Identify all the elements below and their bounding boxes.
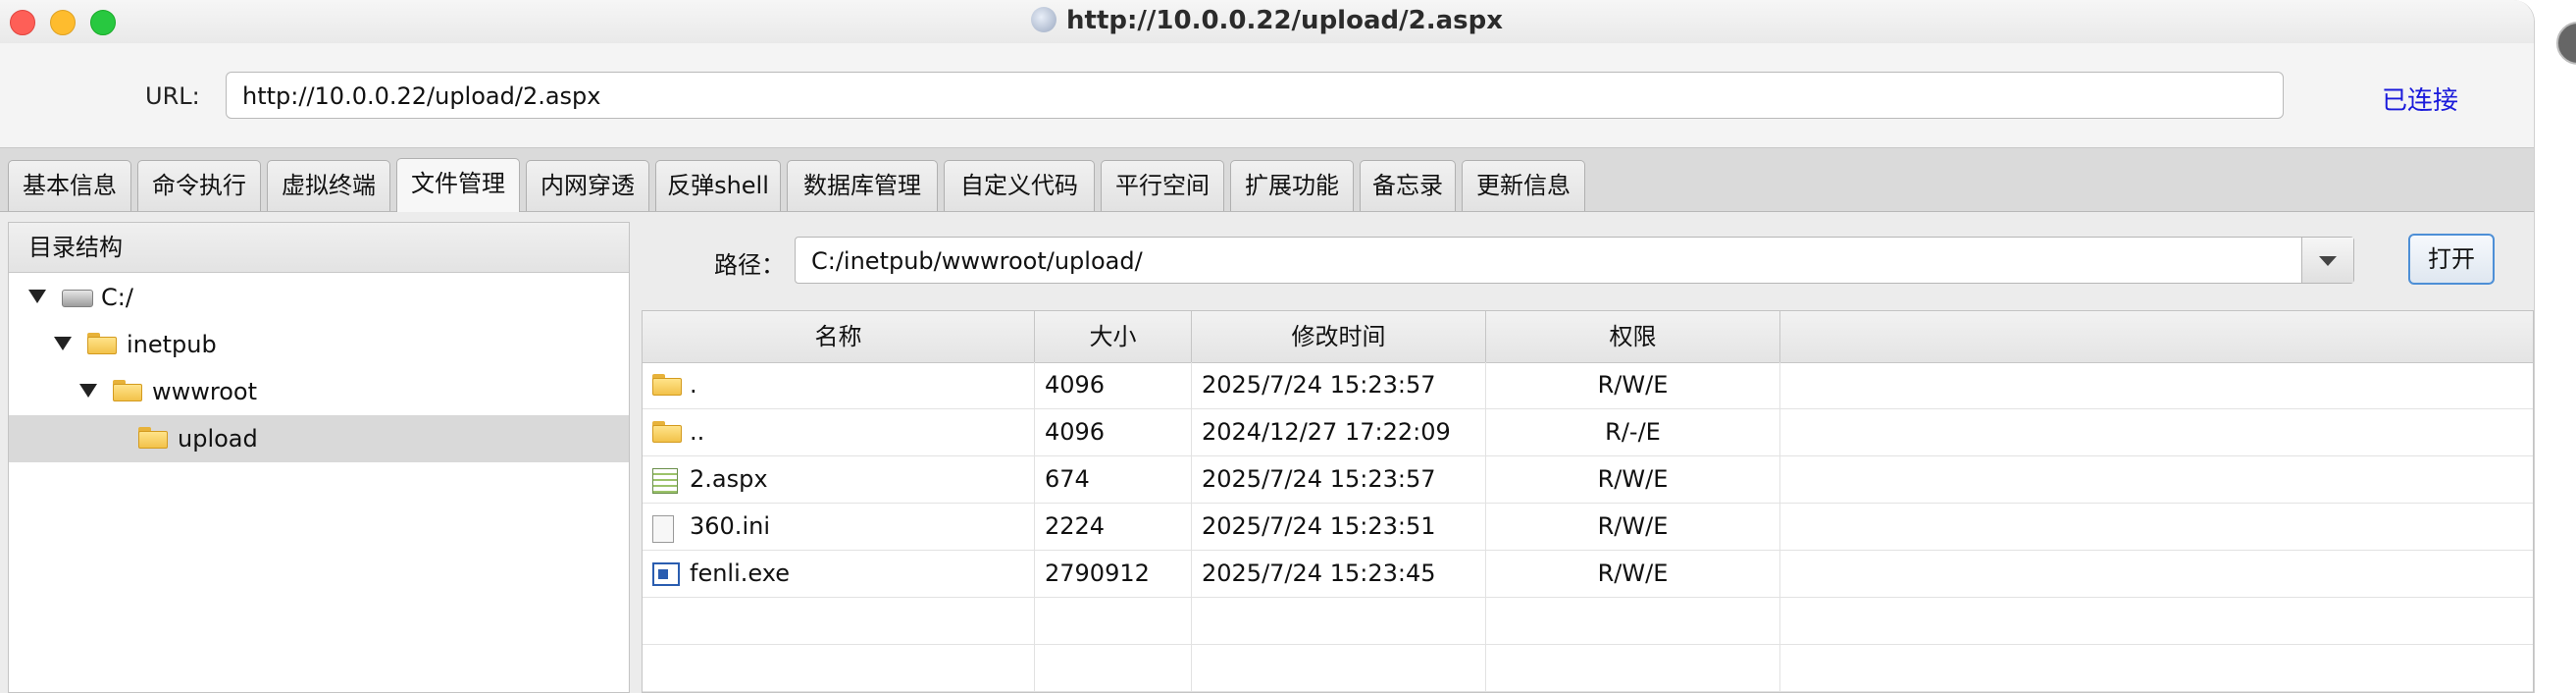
- empty-cell: [1192, 598, 1486, 644]
- empty-cell: [1192, 645, 1486, 691]
- directory-tree-panel: 目录结构 C:/ inetpub wwwroot upload: [8, 222, 630, 693]
- table-row[interactable]: .. 4096 2024/12/27 17:22:09 R/-/E: [643, 409, 2533, 456]
- exe-file-icon: [652, 562, 680, 586]
- file-modified: 2025/7/24 15:23:51: [1192, 504, 1486, 550]
- tree-node-label: upload: [178, 425, 258, 453]
- tab-intranet-tunnel[interactable]: 内网穿透: [526, 160, 649, 211]
- path-dropdown-button[interactable]: [2301, 238, 2353, 283]
- folder-icon: [652, 374, 682, 396]
- tab-update-info[interactable]: 更新信息: [1462, 160, 1585, 211]
- file-permission: R/W/E: [1486, 504, 1780, 550]
- tree-node-wwwroot[interactable]: wwwroot: [9, 368, 629, 415]
- url-input[interactable]: http://10.0.0.22/upload/2.aspx: [226, 72, 2284, 119]
- path-value[interactable]: C:/inetpub/wwwroot/upload/: [811, 247, 1143, 275]
- tab-bar: 基本信息 命令执行 虚拟终端 文件管理 内网穿透 反弹shell 数据库管理 自…: [0, 147, 2534, 212]
- file-name-cell: fenli.exe: [643, 551, 1035, 597]
- tree-node-c-drive[interactable]: C:/: [9, 274, 629, 321]
- table-row[interactable]: 2.aspx 674 2025/7/24 15:23:57 R/W/E: [643, 456, 2533, 504]
- column-header-permission[interactable]: 权限: [1486, 311, 1780, 362]
- tree-node-label: inetpub: [127, 331, 217, 358]
- file-name: .: [690, 371, 697, 399]
- file-modified: 2025/7/24 15:23:45: [1192, 551, 1486, 597]
- tab-parallel-space[interactable]: 平行空间: [1101, 160, 1224, 211]
- path-combobox[interactable]: C:/inetpub/wwwroot/upload/: [795, 237, 2354, 284]
- tab-custom-code[interactable]: 自定义代码: [944, 160, 1095, 211]
- app-window: http://10.0.0.22/upload/2.aspx URL: http…: [0, 0, 2535, 693]
- table-row[interactable]: . 4096 2025/7/24 15:23:57 R/W/E: [643, 362, 2533, 409]
- file-table-header: 名称 大小 修改时间 权限: [643, 311, 2533, 363]
- tree-node-label: wwwroot: [152, 378, 258, 405]
- directory-tree-header: 目录结构: [9, 223, 629, 273]
- tab-basic-info[interactable]: 基本信息: [8, 160, 131, 211]
- empty-table-row: [643, 598, 2533, 645]
- expand-arrow-icon[interactable]: [79, 384, 97, 398]
- file-name-cell: 360.ini: [643, 504, 1035, 550]
- file-permission: R/W/E: [1486, 456, 1780, 503]
- chevron-down-icon: [2319, 256, 2337, 266]
- table-row[interactable]: fenli.exe 2790912 2025/7/24 15:23:45 R/W…: [643, 551, 2533, 598]
- file-name: fenli.exe: [690, 560, 790, 587]
- window-title-wrap: http://10.0.0.22/upload/2.aspx: [0, 6, 2534, 35]
- tab-memo[interactable]: 备忘录: [1360, 160, 1456, 211]
- tab-reverse-shell[interactable]: 反弹shell: [655, 160, 781, 211]
- tab-file-manager[interactable]: 文件管理: [396, 158, 520, 212]
- file-permission: R/-/E: [1486, 409, 1780, 455]
- url-label: URL:: [145, 82, 200, 110]
- tree-node-upload[interactable]: upload: [9, 415, 629, 462]
- empty-cell: [1486, 645, 1780, 691]
- connection-status: 已连接: [2382, 86, 2459, 116]
- file-name-cell: .: [643, 362, 1035, 408]
- empty-cell: [1035, 598, 1192, 644]
- open-button[interactable]: 打开: [2408, 234, 2495, 285]
- tree-node-label: C:/: [101, 284, 133, 311]
- file-size: 4096: [1035, 362, 1192, 408]
- tab-database-manager[interactable]: 数据库管理: [787, 160, 938, 211]
- file-table: 名称 大小 修改时间 权限 . 4096 2025/7/24 15:23:57 …: [642, 310, 2534, 693]
- file-permission: R/W/E: [1486, 551, 1780, 597]
- file-permission: R/W/E: [1486, 362, 1780, 408]
- expand-arrow-icon[interactable]: [54, 337, 72, 350]
- file-name: 360.ini: [690, 512, 770, 540]
- file-name: 2.aspx: [690, 465, 768, 493]
- file-modified: 2025/7/24 15:23:57: [1192, 362, 1486, 408]
- tab-command-exec[interactable]: 命令执行: [137, 160, 261, 211]
- app-icon: [1031, 7, 1057, 32]
- drive-icon: [62, 290, 93, 307]
- url-row: URL: http://10.0.0.22/upload/2.aspx 已连接: [0, 43, 2534, 147]
- empty-cell: [1486, 598, 1780, 644]
- empty-cell: [643, 645, 1035, 691]
- file-size: 4096: [1035, 409, 1192, 455]
- column-header-name[interactable]: 名称: [643, 311, 1035, 362]
- empty-table-row: [643, 645, 2533, 692]
- file-size: 2790912: [1035, 551, 1192, 597]
- folder-icon: [652, 421, 682, 443]
- file-size: 674: [1035, 456, 1192, 503]
- edge-window-control: [2556, 22, 2576, 65]
- file-name-cell: 2.aspx: [643, 456, 1035, 503]
- file-modified: 2025/7/24 15:23:57: [1192, 456, 1486, 503]
- table-row[interactable]: 360.ini 2224 2025/7/24 15:23:51 R/W/E: [643, 504, 2533, 551]
- path-label: 路径：: [714, 251, 785, 279]
- folder-icon: [138, 427, 168, 449]
- tree-node-inetpub[interactable]: inetpub: [9, 321, 629, 368]
- tab-virtual-terminal[interactable]: 虚拟终端: [267, 160, 390, 211]
- empty-cell: [1035, 645, 1192, 691]
- title-bar: http://10.0.0.22/upload/2.aspx: [0, 0, 2534, 44]
- folder-icon: [87, 333, 117, 354]
- aspx-file-icon: [652, 468, 678, 494]
- folder-icon: [113, 380, 142, 401]
- file-size: 2224: [1035, 504, 1192, 550]
- ini-file-icon: [652, 515, 674, 543]
- file-name: ..: [690, 418, 705, 446]
- expand-arrow-icon[interactable]: [28, 290, 46, 303]
- file-name-cell: ..: [643, 409, 1035, 455]
- column-header-size[interactable]: 大小: [1035, 311, 1192, 362]
- empty-cell: [643, 598, 1035, 644]
- window-title: http://10.0.0.22/upload/2.aspx: [1066, 6, 1503, 35]
- file-modified: 2024/12/27 17:22:09: [1192, 409, 1486, 455]
- column-header-modified[interactable]: 修改时间: [1192, 311, 1486, 362]
- tab-extensions[interactable]: 扩展功能: [1230, 160, 1354, 211]
